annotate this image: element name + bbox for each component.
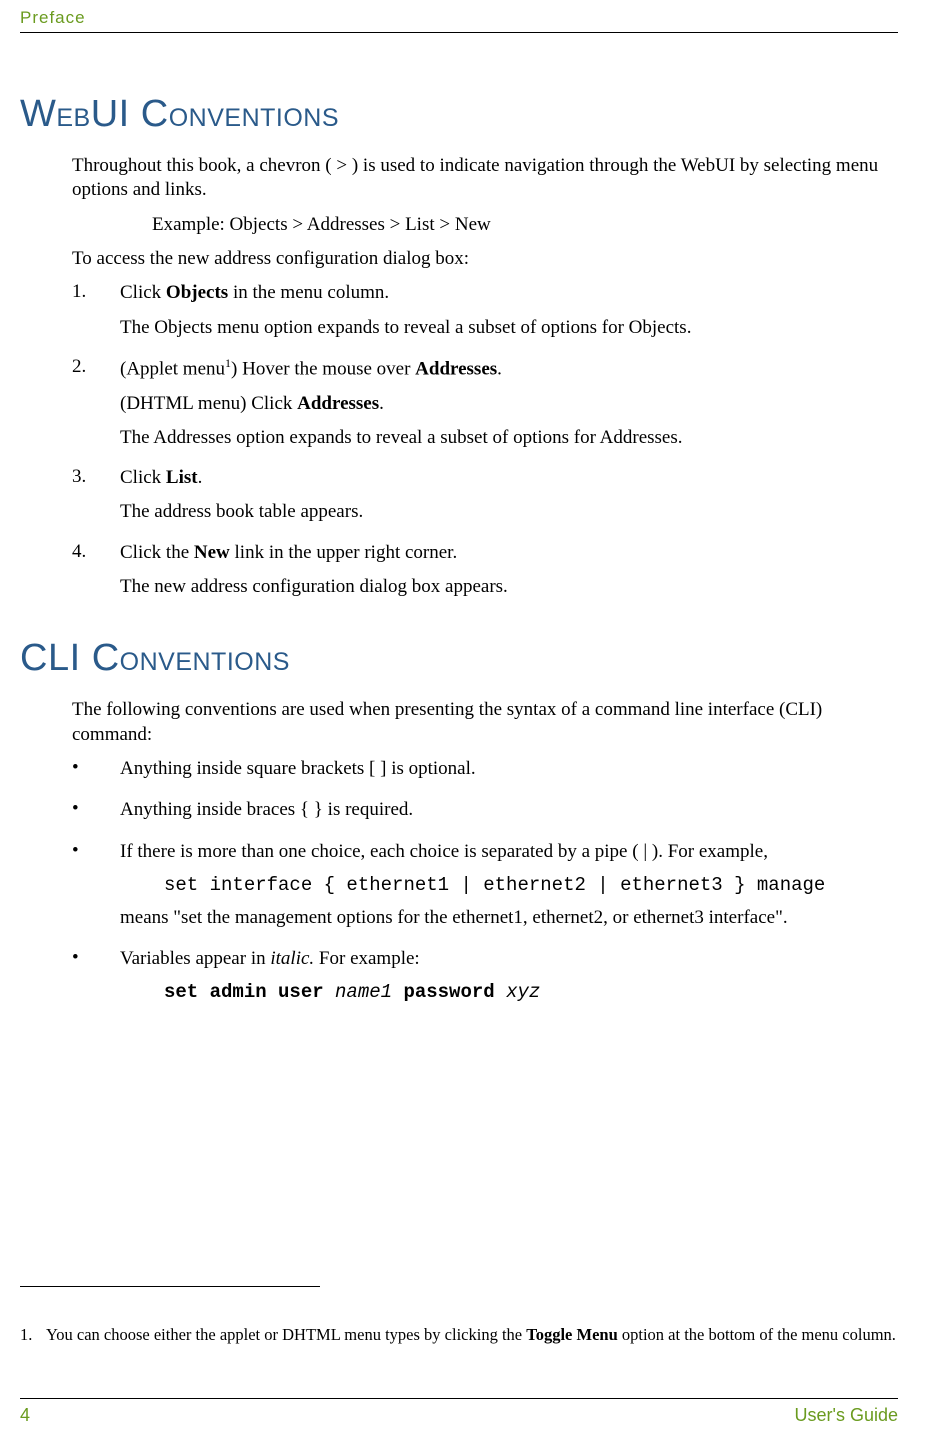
bullet-body: Anything inside square brackets [ ] is o… xyxy=(120,757,898,791)
step-body: Click Objects in the menu column. The Ob… xyxy=(120,281,898,350)
bullet-icon: • xyxy=(72,798,120,832)
bullet-pipe: • If there is more than one choice, each… xyxy=(72,840,898,940)
cli-section-body: The following conventions are used when … xyxy=(72,698,898,1005)
bullet-body: Variables appear in italic. For example:… xyxy=(120,947,898,1005)
page: Preface WEBUI CONVENTIONS Throughout thi… xyxy=(0,0,938,1446)
cli-intro: The following conventions are used when … xyxy=(72,698,898,747)
step-body: Click List. The address book table appea… xyxy=(120,466,898,535)
webui-example: Example: Objects > Addresses > List > Ne… xyxy=(152,213,898,237)
page-footer: 4 User's Guide xyxy=(20,1390,898,1426)
heading-webui-conventions: WEBUI CONVENTIONS xyxy=(20,93,898,136)
bullet-body: If there is more than one choice, each c… xyxy=(120,840,898,940)
bullet-required: • Anything inside braces { } is required… xyxy=(72,798,898,832)
footnote-body: You can choose either the applet or DHTM… xyxy=(46,1325,896,1346)
webui-section-body: Throughout this book, a chevron ( > ) is… xyxy=(72,154,898,609)
step-1: 1. Click Objects in the menu column. The… xyxy=(72,281,898,350)
footnote-block: 1. You can choose either the applet or D… xyxy=(20,1286,898,1346)
footnote-1: 1. You can choose either the applet or D… xyxy=(20,1325,898,1346)
header-rule xyxy=(20,32,898,33)
bullet-body: Anything inside braces { } is required. xyxy=(120,798,898,832)
running-head-preface: Preface xyxy=(20,8,898,28)
step-body: Click the New link in the upper right co… xyxy=(120,541,898,610)
step-body: (Applet menu1) Hover the mouse over Addr… xyxy=(120,356,898,460)
code-set-interface: set interface { ethernet1 | ethernet2 | … xyxy=(164,874,898,898)
step-number: 3. xyxy=(72,466,120,535)
bullet-icon: • xyxy=(72,840,120,940)
step-number: 2. xyxy=(72,356,120,460)
footer-row: 4 User's Guide xyxy=(20,1405,898,1426)
cli-bullets: • Anything inside square brackets [ ] is… xyxy=(72,757,898,1005)
webui-steps: 1. Click Objects in the menu column. The… xyxy=(72,281,898,609)
bullet-icon: • xyxy=(72,947,120,1005)
heading-cli-conventions: CLI CONVENTIONS xyxy=(20,637,898,680)
footer-rule xyxy=(20,1398,898,1399)
footnote-rule xyxy=(20,1286,320,1287)
step-number: 4. xyxy=(72,541,120,610)
step-3: 3. Click List. The address book table ap… xyxy=(72,466,898,535)
webui-to-access: To access the new address configuration … xyxy=(72,247,898,271)
page-number: 4 xyxy=(20,1405,30,1426)
step-4: 4. Click the New link in the upper right… xyxy=(72,541,898,610)
bullet-optional: • Anything inside square brackets [ ] is… xyxy=(72,757,898,791)
bullet-variables: • Variables appear in italic. For exampl… xyxy=(72,947,898,1005)
step-2: 2. (Applet menu1) Hover the mouse over A… xyxy=(72,356,898,460)
footer-guide-label: User's Guide xyxy=(795,1405,898,1426)
code-set-admin-user: set admin user name1 password xyz xyxy=(164,981,898,1005)
bullet-icon: • xyxy=(72,757,120,791)
step-number: 1. xyxy=(72,281,120,350)
footnote-number: 1. xyxy=(20,1325,46,1346)
webui-intro: Throughout this book, a chevron ( > ) is… xyxy=(72,154,898,203)
